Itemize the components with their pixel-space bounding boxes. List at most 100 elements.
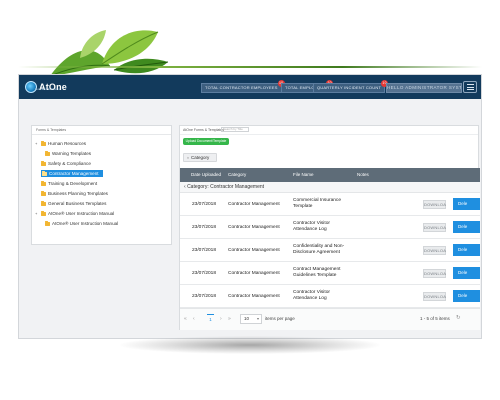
tree-item-user-instruction-manual[interactable]: AtOne® User Instruction Manual xyxy=(45,220,118,227)
chip-label: Category xyxy=(191,155,210,160)
folder-icon xyxy=(41,140,46,146)
column-header-date-uploaded[interactable]: Date Uploaded xyxy=(191,172,221,177)
breadcrumb: AtOne Forms & Templates xyxy=(183,128,224,132)
delete-button[interactable]: Dele xyxy=(453,267,480,279)
cell-date: 23/07/2018 xyxy=(192,202,217,207)
download-button[interactable]: DOWNLOA xyxy=(423,200,446,209)
cell-category: Contractor Management xyxy=(228,248,280,253)
folder-icon xyxy=(42,170,47,176)
documents-panel: AtOne Forms & Templates Search by Title … xyxy=(179,125,480,330)
tree-item-label: Training & Development xyxy=(48,181,98,186)
expand-icon[interactable]: + xyxy=(35,141,39,146)
table-row[interactable]: 23/07/2018 Contractor Management Commerc… xyxy=(180,193,480,216)
items-per-page-label: items per page xyxy=(265,316,295,321)
pagination-bar: « ‹ 1 › » 10 ▾ items per page 1 - 5 of 5… xyxy=(180,308,480,330)
delete-button[interactable]: Dele xyxy=(453,290,480,302)
cell-date: 23/07/2018 xyxy=(192,271,217,276)
cell-file-name: Contractor Visitor Attendance Log xyxy=(293,221,330,232)
cell-file-name: Commercial Insurance Template xyxy=(293,198,341,209)
folder-icon xyxy=(41,210,46,216)
upload-document-button[interactable]: Upload Document/Template xyxy=(183,138,229,145)
group-row[interactable]: ‹ Category: Contractor Management xyxy=(180,182,480,193)
column-header-notes[interactable]: Notes xyxy=(357,172,369,177)
forms-tree-panel: Forms & Templates + Human Resources Warn… xyxy=(31,125,172,245)
hamburger-menu-icon[interactable] xyxy=(463,81,477,93)
cell-date: 23/07/2018 xyxy=(192,225,217,230)
table-row[interactable]: 23/07/2018 Contractor Management Contrac… xyxy=(180,216,480,239)
app-header: AtOne Business Solutions TOTAL CONTRACTO… xyxy=(19,75,481,99)
table-header: Date Uploaded Category File Name Notes xyxy=(180,168,480,182)
cell-category: Contractor Management xyxy=(228,271,280,276)
total-contractor-employees-button[interactable]: TOTAL CONTRACTOR EMPLOYEES 10 xyxy=(201,80,285,93)
tree-item-label: Human Resources xyxy=(48,141,87,146)
close-icon[interactable]: × xyxy=(187,156,189,160)
column-header-file-name[interactable]: File Name xyxy=(293,172,314,177)
tree-item-label: AtOne® User Instruction Manual xyxy=(52,221,119,226)
tree-item-label: AtOne® User Instruction Manual xyxy=(48,211,115,216)
cell-category: Contractor Management xyxy=(228,225,280,230)
download-button[interactable]: DOWNLOA xyxy=(423,269,446,278)
cell-file-name: Contractor Visitor Attendance Log xyxy=(293,290,330,301)
app-window: AtOne Business Solutions TOTAL CONTRACTO… xyxy=(18,74,482,339)
cell-category: Contractor Management xyxy=(228,202,280,207)
screenshot-stage: AtOne Business Solutions TOTAL CONTRACTO… xyxy=(0,0,500,400)
group-label: Category: Contractor Management xyxy=(187,184,265,190)
tree-item-label: Business Planning Templates xyxy=(48,191,108,196)
next-page-icon[interactable]: › xyxy=(220,316,222,322)
tree-item-label: Contractor Management xyxy=(49,171,99,176)
table-row[interactable]: 23/07/2018 Contractor Management Confide… xyxy=(180,239,480,262)
tree-item-user-instruction-manual-group[interactable]: + AtOne® User Instruction Manual xyxy=(35,210,114,217)
pagination-info: 1 - 5 of 5 items xyxy=(420,316,450,321)
divider xyxy=(180,134,478,135)
cell-file-name: Confidentiality and Non-Disclosure Agree… xyxy=(293,244,345,255)
tree-item-general-business-templates[interactable]: General Business Templates xyxy=(41,200,106,207)
pill-label: QUARTERLY INCIDENT COUNT xyxy=(317,85,382,90)
tree-item-label: Warning Templates xyxy=(52,151,92,156)
last-page-icon[interactable]: » xyxy=(228,316,231,322)
tree-item-warning-templates[interactable]: Warning Templates xyxy=(45,150,91,157)
quarterly-incident-count-button[interactable]: QUARTERLY INCIDENT COUNT 10 xyxy=(313,80,389,93)
previous-page-icon[interactable]: ‹ xyxy=(193,316,195,322)
divider xyxy=(32,134,171,135)
cell-file-name: Contract Management Guidelines Template xyxy=(293,267,341,278)
download-button[interactable]: DOWNLOA xyxy=(423,292,446,301)
folder-icon xyxy=(41,180,46,186)
download-button[interactable]: DOWNLOA xyxy=(423,246,446,255)
tree-item-human-resources[interactable]: + Human Resources xyxy=(35,140,86,147)
tree-item-label: Safety & Compliance xyxy=(48,161,91,166)
tree-item-contractor-management[interactable]: Contractor Management xyxy=(41,170,103,177)
folder-icon xyxy=(41,190,46,196)
tree-panel-title: Forms & Templates xyxy=(36,128,67,132)
delete-button[interactable]: Dele xyxy=(453,198,480,210)
folder-icon xyxy=(41,200,46,206)
search-input[interactable]: Search by Title xyxy=(221,127,249,132)
cell-date: 23/07/2018 xyxy=(192,294,217,299)
first-page-icon[interactable]: « xyxy=(184,316,187,322)
folder-icon xyxy=(45,150,50,156)
page-size-value: 10 xyxy=(244,316,250,321)
table-row[interactable]: 23/07/2018 Contractor Management Contrac… xyxy=(180,285,480,308)
tree-item-training-development[interactable]: Training & Development xyxy=(41,180,97,187)
chevron-down-icon: ▾ xyxy=(256,316,259,321)
table-row[interactable]: 23/07/2018 Contractor Management Contrac… xyxy=(180,262,480,285)
tree-item-label: General Business Templates xyxy=(48,201,107,206)
cell-date: 23/07/2018 xyxy=(192,248,217,253)
refresh-icon[interactable]: ↻ xyxy=(456,315,461,321)
column-header-category[interactable]: Category xyxy=(228,172,246,177)
tree-item-safety-compliance[interactable]: Safety & Compliance xyxy=(41,160,91,167)
cell-category: Contractor Management xyxy=(228,294,280,299)
drop-shadow xyxy=(120,336,380,354)
delete-button[interactable]: Dele xyxy=(453,221,480,233)
decorative-divider xyxy=(18,66,482,68)
user-menu[interactable]: HELLO ADMINISTRATOR SYSTEM xyxy=(386,83,462,93)
page-size-select[interactable]: 10 ▾ xyxy=(240,314,262,324)
folder-icon xyxy=(45,220,50,226)
page-number-button[interactable]: 1 xyxy=(207,314,214,324)
expand-icon[interactable]: + xyxy=(35,211,39,216)
group-by-category-chip[interactable]: × Category xyxy=(183,153,217,162)
brand-tagline: Business Solutions xyxy=(35,87,61,91)
download-button[interactable]: DOWNLOA xyxy=(423,223,446,232)
pill-label: TOTAL CONTRACTOR EMPLOYEES xyxy=(205,85,278,90)
tree-item-business-planning-templates[interactable]: Business Planning Templates xyxy=(41,190,108,197)
delete-button[interactable]: Dele xyxy=(453,244,480,256)
